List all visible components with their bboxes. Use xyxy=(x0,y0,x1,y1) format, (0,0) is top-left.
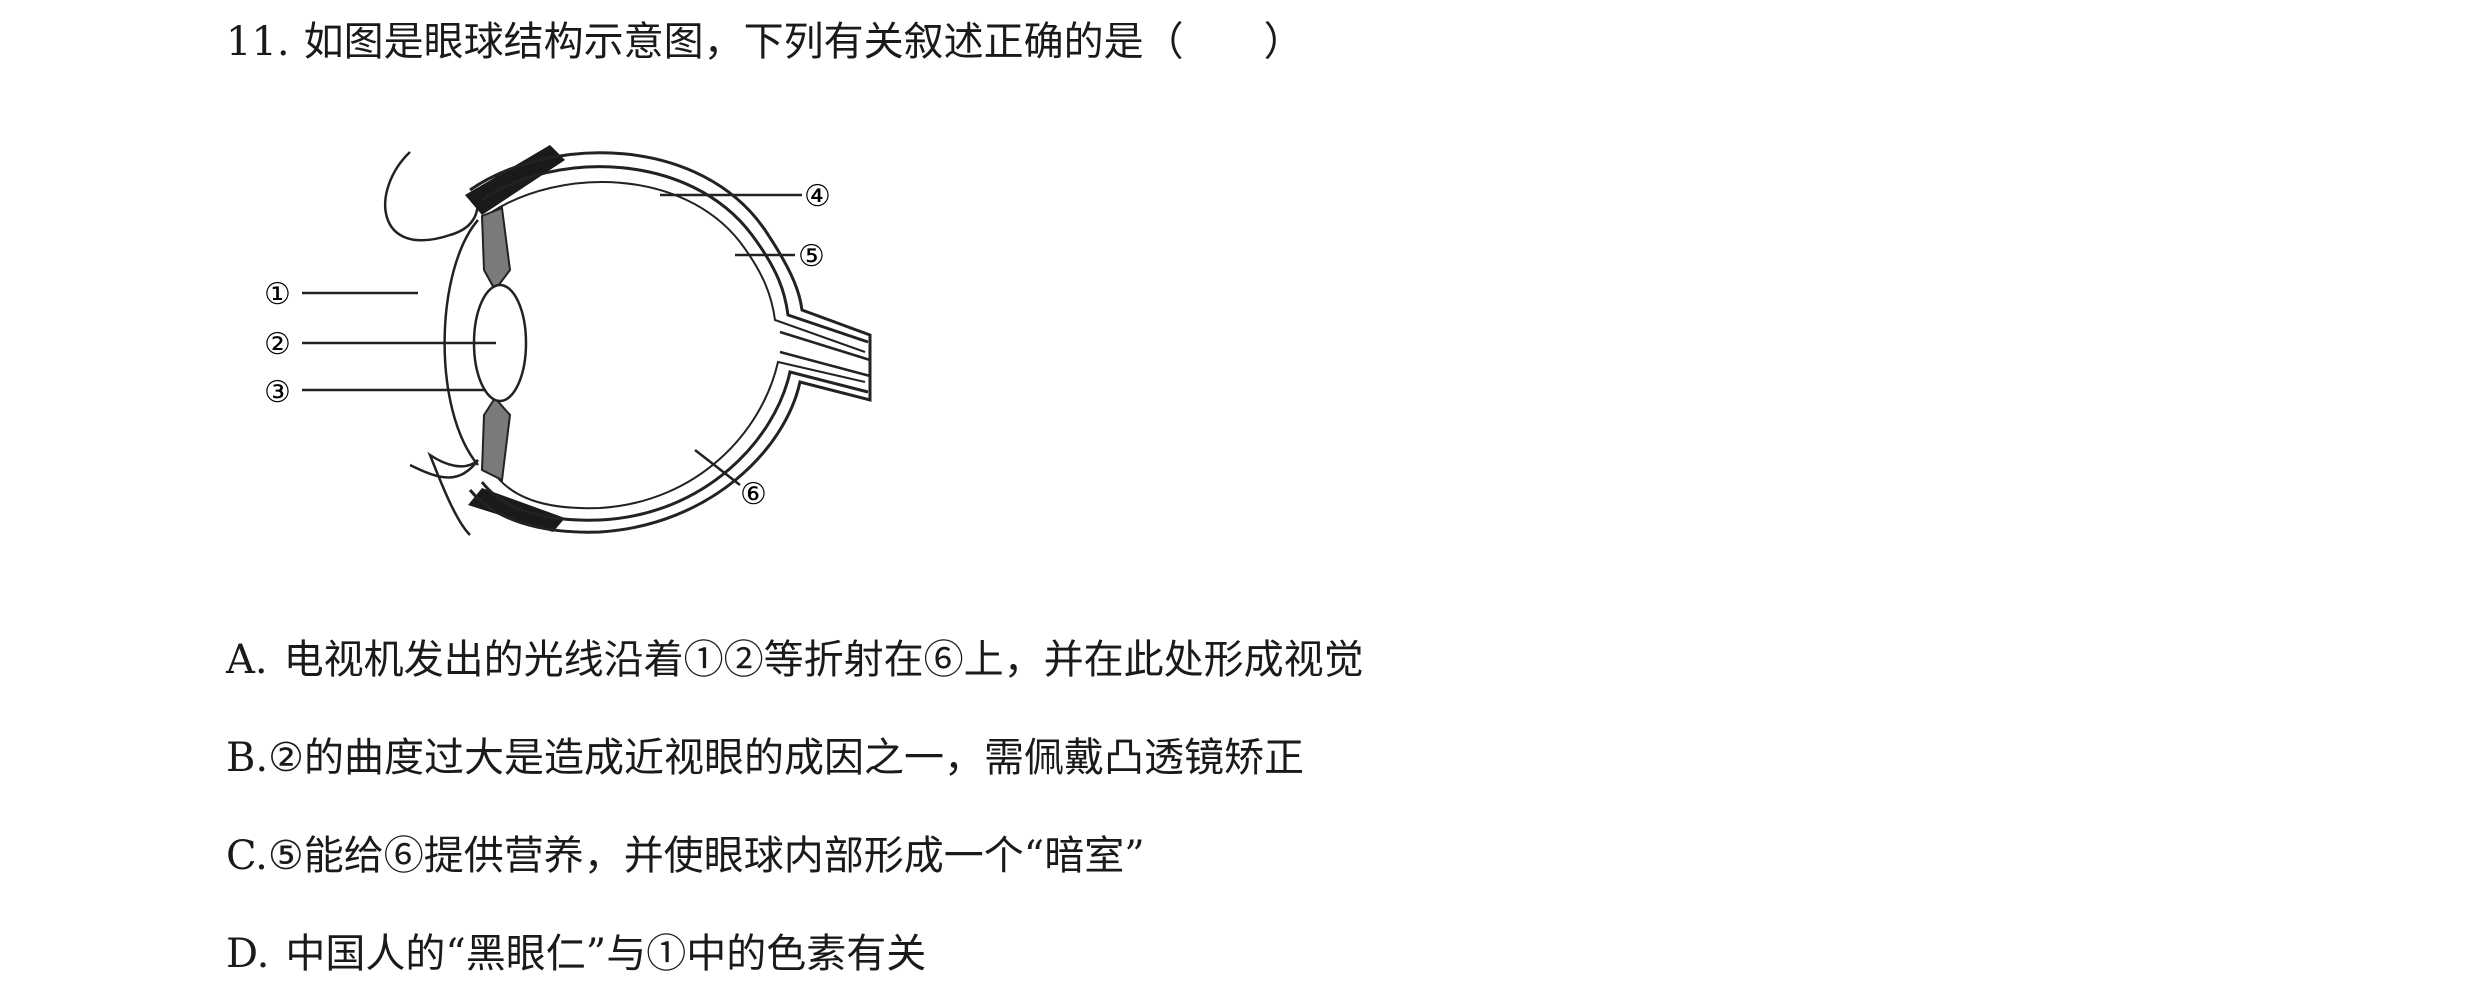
question-text: 如图是眼球结构示意图，下列有关叙述正确的是（ ） xyxy=(303,19,1304,65)
label-1: ① xyxy=(264,277,291,312)
option-c-letter: C. xyxy=(226,833,268,879)
iris-upper xyxy=(480,206,512,292)
label-5: ⑤ xyxy=(798,239,825,274)
choroid-layer-lower xyxy=(480,370,869,522)
option-b-letter: B. xyxy=(226,735,269,781)
option-b[interactable]: B.②的曲度过大是造成近视眼的成因之一，需佩戴凸透镜矫正 xyxy=(226,726,1304,790)
label-4: ④ xyxy=(804,179,831,214)
option-c-text: ⑤能给⑥提供营养，并使眼球内部形成一个“暗室” xyxy=(267,833,1145,879)
option-c[interactable]: C.⑤能给⑥提供营养，并使眼球内部形成一个“暗室” xyxy=(226,824,1145,888)
question-number: 11. xyxy=(226,19,290,65)
option-d[interactable]: D. 中国人的“黑眼仁”与①中的色素有关 xyxy=(226,922,926,986)
option-a[interactable]: A. 电视机发出的光线沿着①②等折射在⑥上，并在此处形成视觉 xyxy=(226,628,1364,692)
lower-eyelid xyxy=(409,451,480,536)
eyeball-diagram-svg: ① ② ③ ④ ⑤ ⑥ xyxy=(264,145,872,536)
option-b-text: ②的曲度过大是造成近视眼的成因之一，需佩戴凸透镜矫正 xyxy=(268,735,1304,781)
label-3: ③ xyxy=(264,375,291,410)
option-a-text: 电视机发出的光线沿着①②等折射在⑥上，并在此处形成视觉 xyxy=(283,637,1364,683)
lower-muscle xyxy=(468,488,565,532)
upper-eyelid xyxy=(383,151,479,242)
label-6: ⑥ xyxy=(740,477,767,512)
iris-lower xyxy=(480,396,512,482)
question-stem: 11. 如图是眼球结构示意图，下列有关叙述正确的是（ ） xyxy=(226,10,1304,74)
label-2: ② xyxy=(264,327,291,362)
eyeball-diagram: ① ② ③ ④ ⑤ ⑥ xyxy=(220,120,880,560)
option-d-text: 中国人的“黑眼仁”与①中的色素有关 xyxy=(285,931,927,977)
upper-muscle xyxy=(465,145,565,215)
option-a-letter: A. xyxy=(226,637,268,683)
option-d-letter: D. xyxy=(226,931,270,977)
